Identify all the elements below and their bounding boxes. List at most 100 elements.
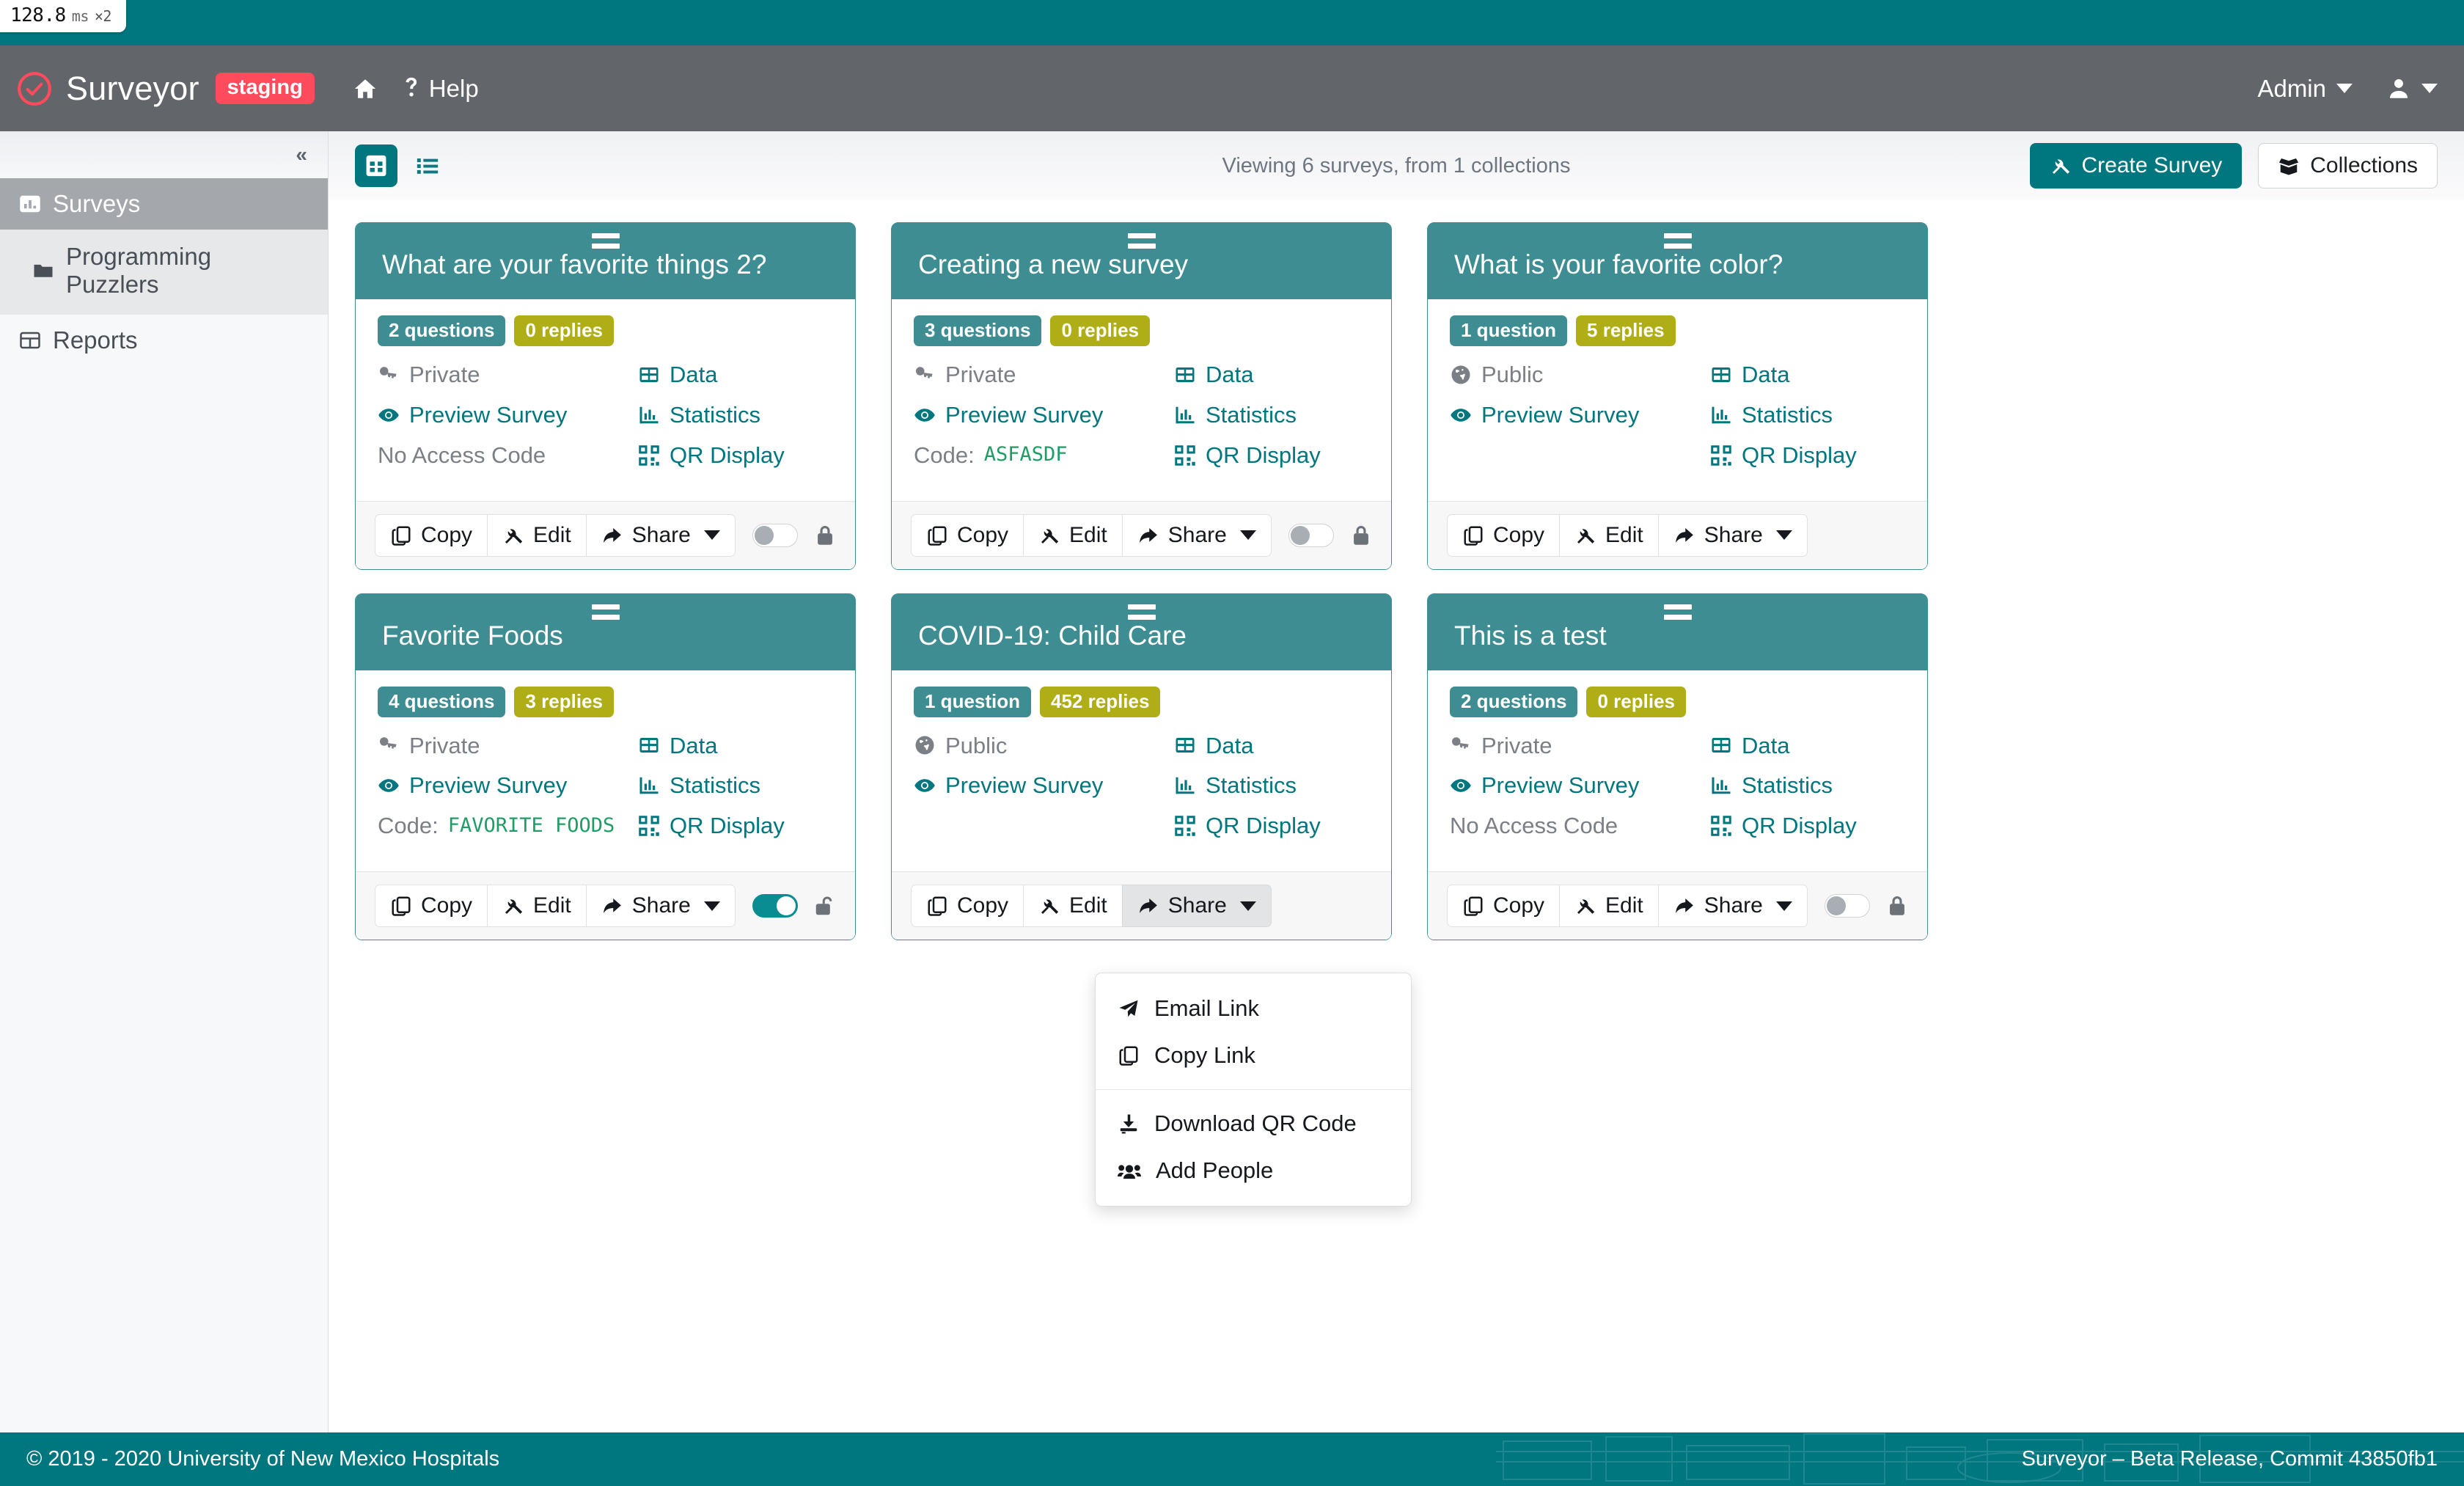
data-link[interactable]: Data	[1710, 359, 1905, 390]
collections-button[interactable]: Collections	[2258, 143, 2438, 189]
chevron-down-icon	[1775, 530, 1792, 541]
share-label: Share	[1167, 893, 1227, 918]
copy-button[interactable]: Copy	[1447, 885, 1560, 928]
grid-view-button[interactable]	[355, 144, 397, 187]
preview-survey-link[interactable]: Preview Survey	[914, 400, 1174, 431]
copy-button[interactable]: Copy	[1447, 513, 1560, 557]
survey-card[interactable]: Creating a new survey 3 questions 0 repl…	[891, 222, 1392, 570]
data-link[interactable]: Data	[638, 359, 833, 390]
copy-icon	[390, 895, 412, 917]
survey-card-footer: Copy Edit Share	[892, 500, 1391, 569]
survey-active-toggle[interactable]	[752, 894, 798, 918]
copy-button[interactable]: Copy	[375, 513, 488, 557]
tools-icon	[2050, 155, 2072, 177]
grid-view-icon	[364, 153, 389, 178]
data-label: Data	[1206, 732, 1254, 758]
preview-survey-link[interactable]: Preview Survey	[1450, 770, 1710, 801]
preview-survey-link[interactable]: Preview Survey	[378, 400, 638, 431]
lock-open-icon[interactable]	[814, 893, 836, 918]
edit-button[interactable]: Edit	[1559, 885, 1658, 928]
statistics-link[interactable]: Statistics	[638, 400, 833, 431]
view-mode-toggle	[355, 144, 449, 187]
preview-survey-link[interactable]: Preview Survey	[1450, 400, 1710, 431]
qr-display-link[interactable]: QR Display	[1710, 440, 1905, 471]
qr-display-link[interactable]: QR Display	[1710, 810, 1905, 841]
data-link[interactable]: Data	[1174, 731, 1369, 761]
preview-survey-link[interactable]: Preview Survey	[914, 770, 1174, 801]
preview-survey-link[interactable]: Preview Survey	[378, 770, 638, 801]
edit-button[interactable]: Edit	[487, 513, 586, 557]
qr-display-link[interactable]: QR Display	[1174, 440, 1369, 471]
survey-title: Favorite Foods	[382, 620, 563, 651]
survey-action-group: Copy Edit Share	[1447, 885, 1808, 928]
drag-handle-icon[interactable]	[1127, 233, 1156, 254]
qr-display-link[interactable]: QR Display	[638, 440, 833, 471]
create-survey-button[interactable]: Create Survey	[2029, 143, 2243, 189]
copy-icon	[926, 895, 948, 917]
data-link[interactable]: Data	[1710, 731, 1905, 761]
survey-card[interactable]: COVID-19: Child Care 1 question 452 repl…	[891, 593, 1412, 1207]
bar-chart-icon	[1710, 404, 1732, 426]
survey-card[interactable]: Favorite Foods 4 questions 3 replies Pri…	[355, 593, 856, 941]
share-dropdown-button[interactable]: Share	[585, 513, 736, 557]
sidebar-item-reports[interactable]: Reports	[0, 315, 328, 366]
share-menu-item[interactable]: Download QR Code	[1096, 1100, 1411, 1147]
admin-menu[interactable]: Admin	[2257, 75, 2353, 103]
survey-card[interactable]: This is a test 2 questions 0 replies Pri…	[1427, 593, 1928, 941]
edit-button[interactable]: Edit	[1559, 513, 1658, 557]
qr-display-label: QR Display	[1742, 442, 1857, 468]
sidebar-collapse-button[interactable]: «	[0, 131, 328, 178]
statistics-link[interactable]: Statistics	[1174, 770, 1369, 801]
copy-button[interactable]: Copy	[375, 885, 488, 928]
statistics-link[interactable]: Statistics	[1174, 400, 1369, 431]
eye-icon	[914, 404, 936, 426]
qr-display-link[interactable]: QR Display	[1174, 810, 1369, 841]
nav-home-link[interactable]	[353, 76, 378, 101]
statistics-link[interactable]: Statistics	[638, 770, 833, 801]
share-dropdown-button[interactable]: Share	[1121, 885, 1272, 928]
edit-button[interactable]: Edit	[487, 885, 586, 928]
key-icon	[378, 734, 400, 756]
lock-closed-icon[interactable]	[1886, 893, 1908, 918]
edit-button[interactable]: Edit	[1023, 885, 1122, 928]
drag-handle-icon[interactable]	[1663, 233, 1692, 254]
data-link[interactable]: Data	[1174, 359, 1369, 390]
brand-logo[interactable]: Surveyor staging	[16, 70, 315, 108]
drag-handle-icon[interactable]	[591, 233, 620, 254]
survey-active-toggle[interactable]	[1288, 523, 1334, 547]
survey-card-body: 4 questions 3 replies Private Preview Su…	[356, 670, 855, 872]
key-icon	[1450, 734, 1472, 756]
survey-active-toggle[interactable]	[752, 523, 798, 547]
statistics-link[interactable]: Statistics	[1710, 770, 1905, 801]
share-dropdown-button[interactable]: Share	[585, 885, 736, 928]
nav-help-link[interactable]: Help	[403, 75, 479, 103]
sidebar-item-programming-puzzlers[interactable]: Programming Puzzlers	[0, 230, 328, 315]
share-dropdown-button[interactable]: Share	[1121, 513, 1272, 557]
share-dropdown-button[interactable]: Share	[1657, 885, 1808, 928]
survey-active-toggle[interactable]	[1825, 894, 1870, 918]
copy-button[interactable]: Copy	[911, 513, 1024, 557]
drag-handle-icon[interactable]	[1127, 604, 1156, 625]
edit-button[interactable]: Edit	[1023, 513, 1122, 557]
data-link[interactable]: Data	[638, 731, 833, 761]
lock-closed-icon[interactable]	[814, 523, 836, 548]
access-code-prefix: Code:	[914, 442, 975, 468]
survey-card[interactable]: What is your favorite color? 1 question …	[1427, 222, 1928, 570]
sidebar-item-surveys[interactable]: Surveys	[0, 178, 328, 230]
drag-handle-icon[interactable]	[1663, 604, 1692, 625]
drag-handle-icon[interactable]	[591, 604, 620, 625]
copy-button[interactable]: Copy	[911, 885, 1024, 928]
qr-display-link[interactable]: QR Display	[638, 810, 833, 841]
question-count-badge: 4 questions	[378, 686, 506, 717]
statistics-link[interactable]: Statistics	[1710, 400, 1905, 431]
list-view-button[interactable]	[406, 144, 449, 187]
table-icon	[1174, 364, 1196, 386]
data-label: Data	[670, 732, 718, 758]
share-dropdown-button[interactable]: Share	[1657, 513, 1808, 557]
share-menu-item[interactable]: Email Link	[1096, 985, 1411, 1032]
share-menu-item[interactable]: Copy Link	[1096, 1032, 1411, 1079]
survey-card[interactable]: What are your favorite things 2? 2 quest…	[355, 222, 856, 570]
lock-closed-icon[interactable]	[1350, 523, 1372, 548]
user-menu[interactable]	[2386, 76, 2438, 101]
share-menu-item[interactable]: Add People	[1096, 1147, 1411, 1194]
